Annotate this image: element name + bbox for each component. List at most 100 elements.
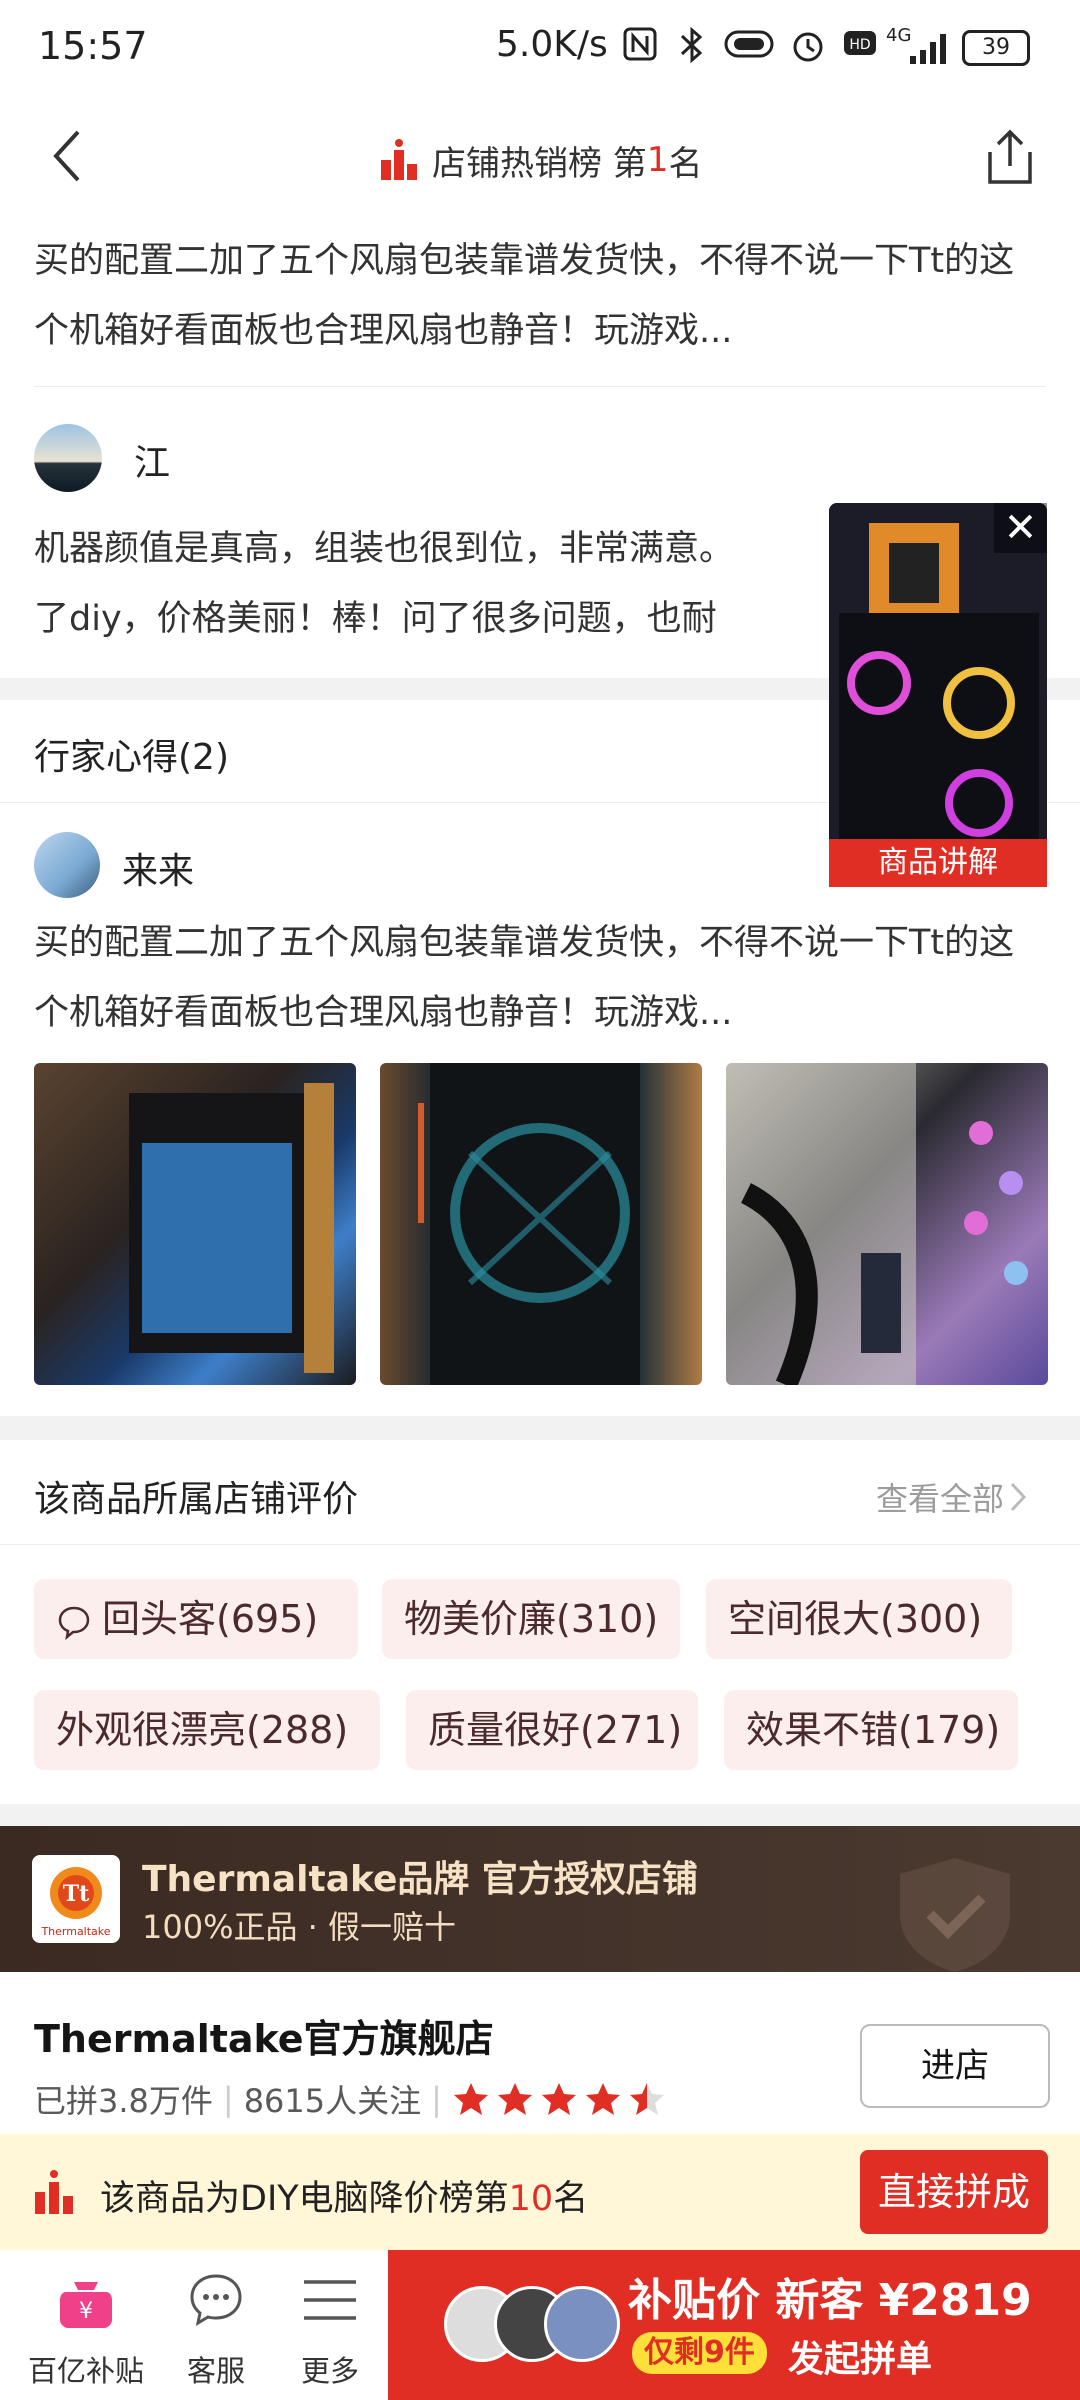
review-tag[interactable]: 效果不错(179) [724,1690,1018,1770]
star-icon [497,2083,532,2115]
nav-customer-service[interactable]: 客服 [156,2250,276,2400]
review-tag-label: 空间很大(300) [728,1597,983,1641]
review-tag[interactable]: 物美价廉(310) [382,1579,680,1659]
star-icon [453,2083,488,2115]
status-net-speed: 5.0K/s [496,24,608,65]
battery-indicator: 39 [962,30,1030,66]
status-bar: 15:57 5.0K/s HD 4G 39 [0,0,1080,96]
price-rank-promo[interactable]: 该商品为DIY电脑降价榜第10名 直接拼成 [0,2134,1080,2250]
divider [34,386,1046,387]
review-tag-label: 效果不错(179) [746,1708,1001,1752]
store-sold-count: 已拼3.8万件 [34,2082,213,2120]
brand-logo: Tt Thermaltake [32,1855,120,1943]
nfc-icon [620,26,660,66]
review-text[interactable]: 买的配置二加了五个风扇包装靠谱发货快，不得不说一下Tt的这个机箱好看面板也合理风… [34,226,1034,366]
review-tag[interactable]: 空间很大(300) [706,1579,1012,1659]
user-avatar[interactable] [34,424,102,492]
review-tag-label: 外观很漂亮(288) [56,1708,349,1752]
star-icon [585,2083,620,2115]
review-tag-label: 回头客(695) [102,1597,319,1641]
shield-check-icon [900,1858,1010,1972]
ranking-bars-icon [381,139,417,180]
svg-text:Thermaltake: Thermaltake [40,1925,110,1938]
speech-bubble-icon [58,1606,90,1640]
video-label[interactable]: 商品讲解 [829,839,1047,887]
review-photo[interactable] [726,1063,1048,1385]
buyer-avatar [544,2286,620,2362]
vibrate-icon [722,26,776,66]
review-tag[interactable]: 外观很漂亮(288) [34,1690,380,1770]
divider [0,1544,1080,1545]
promo-text: 该商品为DIY电脑降价榜第10名 [100,2170,588,2221]
group-buy-button[interactable]: 补贴价 新客 ¥2819 仅剩9件 发起拼单 [388,2250,1080,2400]
chat-icon [190,2274,242,2326]
expert-section-title[interactable]: 行家心得(2) [34,728,229,780]
subsidy-bag-icon: ¥ [60,2282,112,2328]
share-button[interactable] [982,126,1038,188]
store-followers: 8615人关注 [243,2082,422,2120]
view-all-link[interactable]: 查看全部 [876,1474,1028,1520]
promo-rank: 10 [508,2179,554,2219]
store-name[interactable]: Thermaltake官方旗舰店 [34,2008,494,2063]
chevron-right-icon [1010,1482,1027,1512]
nav-label: 更多 [300,2354,359,2388]
svg-text:Tt: Tt [63,1881,90,1907]
separator: | [222,2080,234,2118]
review-username: 来来 [122,851,195,892]
store-rating-stars [452,2081,672,2117]
review-tag-label: 质量很好(271) [428,1708,683,1752]
review-photo[interactable] [34,1063,356,1385]
top-header: 店铺热销榜 第1名 [0,96,1080,223]
nav-label: 客服 [186,2354,245,2388]
store-stats: 已拼3.8万件 | 8615人关注 | [34,2076,672,2122]
share-icon [988,129,1032,184]
review-tag[interactable]: 回头客(695) [34,1579,358,1659]
nav-more[interactable]: 更多 [270,2250,390,2400]
svg-text:¥: ¥ [79,2299,93,2324]
hd-icon: HD [840,26,880,66]
rank-label: 店铺热销榜 第 [432,143,647,184]
svg-text:HD: HD [849,37,870,53]
nav-label: 百亿补贴 [27,2354,144,2388]
shop-reviews-section: 该商品所属店铺评价 查看全部 回头客(695) 物美价廉(310) 空间很大(3… [0,1440,1080,1804]
product-video-thumbnail[interactable] [829,503,1047,887]
status-time: 15:57 [38,24,148,68]
shop-reviews-title: 该商品所属店铺评价 [34,1479,359,1520]
stock-left-badge: 仅剩9件 [632,2332,767,2374]
review-text[interactable]: 买的配置二加了五个风扇包装靠谱发货快，不得不说一下Tt的这个机箱好看面板也合理风… [34,908,1034,1048]
direct-group-buy-button[interactable]: 直接拼成 [860,2150,1048,2234]
review-tag-label: 物美价廉(310) [404,1597,659,1641]
menu-icon [304,2280,356,2320]
review-photo[interactable] [380,1063,702,1385]
close-icon: ✕ [1003,505,1038,551]
start-group-buy-label: 发起拼单 [788,2339,933,2380]
brand-title: Thermaltake品牌 官方授权店铺 [142,1859,698,1900]
brand-authorization-banner[interactable]: Tt Thermaltake Thermaltake品牌 官方授权店铺 100%正… [0,1826,1080,1972]
shop-rank-title[interactable]: 店铺热销榜 第1名 [378,132,702,188]
bluetooth-icon [672,26,712,66]
bottom-bar: ¥ 百亿补贴 客服 更多 补贴价 新客 ¥2819 仅剩9件 发起拼单 [0,2250,1080,2400]
enter-store-button[interactable]: 进店 [860,2024,1050,2108]
ranking-bars-icon [35,2170,73,2214]
view-all-label: 查看全部 [876,1480,1005,1518]
rank-number: 1 [646,140,669,180]
store-info: Thermaltake官方旗舰店 已拼3.8万件 | 8615人关注 | 进店 [0,1972,1080,2134]
star-icon [541,2083,576,2115]
chevron-left-icon [53,130,80,182]
close-video-button[interactable]: ✕ [994,503,1047,553]
subsidy-price: 补贴价 新客 ¥2819 [628,2275,1032,2326]
review-tag[interactable]: 质量很好(271) [406,1690,698,1770]
separator: | [431,2080,442,2118]
promo-text-suffix: 名 [553,2179,589,2219]
signal-icon: 4G [884,25,954,66]
brand-subtitle: 100%正品 · 假一赔十 [142,1908,457,1946]
user-avatar[interactable] [34,832,100,898]
review-username: 江 [134,443,171,484]
nav-subsidy[interactable]: ¥ 百亿补贴 [26,2250,146,2400]
star-icon [629,2083,664,2115]
promo-text-prefix: 该商品为DIY电脑降价榜第 [100,2179,509,2219]
back-button[interactable] [44,126,94,186]
network-type-label: 4G [886,25,912,46]
rank-suffix: 名 [668,143,703,184]
alarm-icon [788,26,828,66]
